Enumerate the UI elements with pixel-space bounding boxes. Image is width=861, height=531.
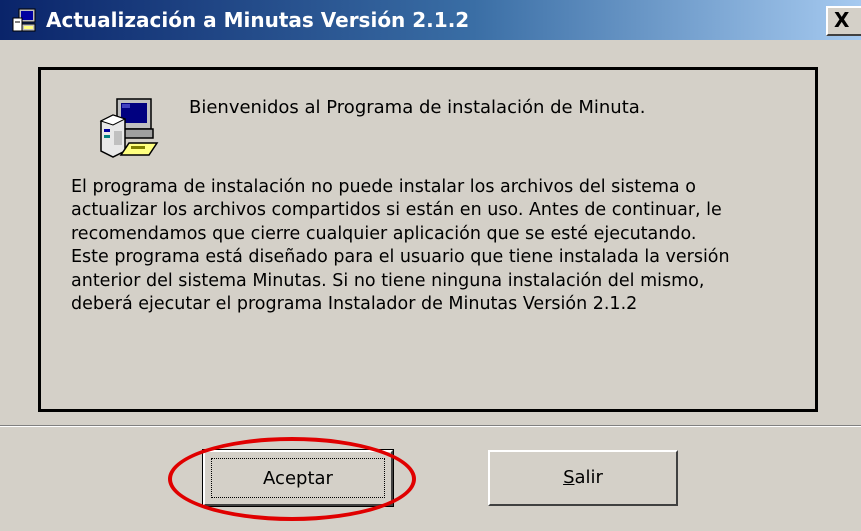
exit-button-label: Salir [563, 467, 603, 488]
exit-button[interactable]: Salir [488, 450, 678, 506]
title-bar[interactable]: Actualización a Minutas Versión 2.1.2 X [0, 0, 861, 40]
instructions-line: El programa de instalación no puede inst… [71, 177, 696, 197]
instructions-line: recomendamos que cierre cualquier aplica… [71, 223, 697, 244]
window-title: Actualización a Minutas Versión 2.1.2 [46, 8, 470, 32]
instructions-line: deberá ejecutar el programa Instalador d… [71, 294, 638, 315]
setup-program-icon [10, 8, 38, 34]
instructions-line: Este programa está diseñado para el usua… [71, 247, 730, 268]
instructions-line: anterior del sistema Minutas. Si no tien… [71, 270, 705, 291]
computer-setup-icon [95, 95, 163, 163]
info-panel: Bienvenidos al Programa de instalación d… [38, 67, 818, 412]
separator [0, 425, 861, 427]
welcome-text: Bienvenidos al Programa de instalación d… [189, 97, 646, 118]
accept-button-label: Aceptar [211, 458, 385, 498]
accept-button[interactable]: Aceptar [202, 449, 394, 507]
close-button[interactable]: X [826, 6, 861, 36]
close-icon: X [834, 8, 850, 32]
exit-button-rest: alir [574, 467, 603, 488]
setup-window: Actualización a Minutas Versión 2.1.2 X [0, 0, 861, 531]
instructions-text: El programa de instalación no puede inst… [71, 176, 811, 316]
instructions-line: actualizar los archivos compartidos si e… [71, 200, 722, 221]
exit-button-mnemonic: S [563, 467, 575, 488]
